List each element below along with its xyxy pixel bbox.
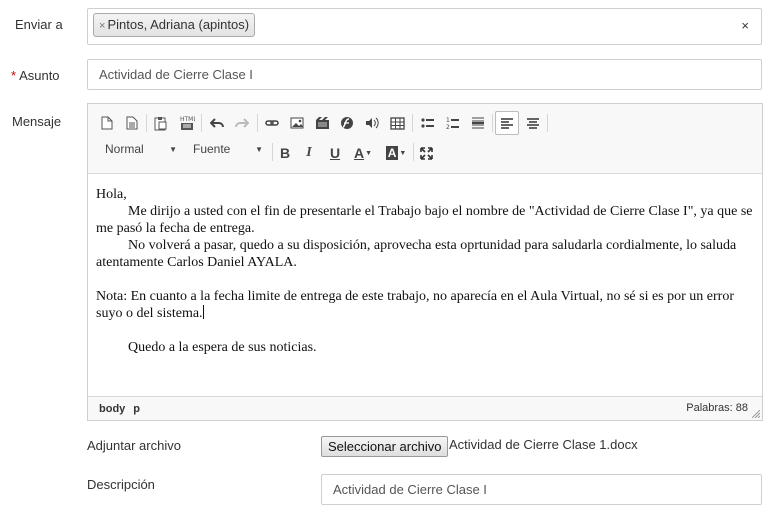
subject-label-text: Asunto <box>19 68 60 83</box>
maximize-icon[interactable] <box>416 143 436 163</box>
recipient-chip-label: Pintos, Adriana (apintos) <box>107 17 250 32</box>
format-combo[interactable]: Normal ▼ <box>105 142 177 162</box>
chevron-down-icon: ▼ <box>399 149 407 157</box>
note-text: Nota: En cuanto a la fecha limite de ent… <box>96 289 734 321</box>
body-paragraph-4: Quedo a la espera de sus noticias. <box>128 340 317 355</box>
paste-word-icon[interactable]: HTML <box>177 113 197 133</box>
chevron-down-icon: ▼ <box>365 149 373 157</box>
subject-input[interactable]: Actividad de Cierre Clase I <box>87 59 762 90</box>
path-item-body[interactable]: body <box>99 403 125 415</box>
align-left-icon[interactable] <box>495 111 519 135</box>
path-item-p[interactable]: p <box>133 403 140 415</box>
bulleted-list-icon[interactable] <box>418 113 438 133</box>
description-label: Descripción <box>87 477 155 492</box>
element-path: body p <box>99 403 148 415</box>
templates-icon[interactable] <box>122 113 142 133</box>
selected-file-name: Actividad de Cierre Clase 1.docx <box>449 437 638 452</box>
link-icon[interactable] <box>262 113 282 133</box>
paste-text-icon[interactable] <box>151 113 171 133</box>
undo-icon[interactable] <box>207 113 227 133</box>
word-count: Palabras: 88 <box>686 402 748 414</box>
recipient-chip[interactable]: × Pintos, Adriana (apintos) <box>93 13 256 37</box>
subject-label: * Asunto <box>11 68 60 83</box>
body-paragraph-2: No volverá a pasar, quedo a su disposici… <box>96 238 737 270</box>
font-combo-value: Fuente <box>193 142 231 156</box>
bg-color-button[interactable]: A ▼ <box>383 143 409 163</box>
resize-handle-icon[interactable] <box>752 410 760 418</box>
clear-recipients-icon[interactable]: × <box>741 18 749 33</box>
horizontal-rule-icon[interactable] <box>468 113 488 133</box>
table-icon[interactable] <box>387 113 407 133</box>
select-file-button[interactable]: Seleccionar archivo <box>321 436 449 457</box>
message-label: Mensaje <box>12 114 62 129</box>
bold-button[interactable]: B <box>275 143 295 163</box>
attach-label: Adjuntar archivo <box>87 438 181 453</box>
numbered-list-icon[interactable]: 12 <box>443 113 463 133</box>
text-color-icon: A <box>353 145 365 161</box>
greeting-paragraph: Hola, <box>96 187 127 202</box>
redo-icon[interactable] <box>232 113 252 133</box>
to-label: Enviar a <box>15 17 63 32</box>
svg-text:HTML: HTML <box>180 116 195 123</box>
remove-recipient-icon[interactable]: × <box>99 20 105 32</box>
flash-icon[interactable] <box>337 113 357 133</box>
editor-statusbar: body p Palabras: 88 <box>88 396 762 420</box>
italic-button[interactable]: I <box>299 143 319 163</box>
body-paragraph-3: Nota: En cuanto a la fecha limite de ent… <box>96 288 756 322</box>
bg-color-icon: A <box>385 146 399 160</box>
chevron-down-icon: ▼ <box>169 145 177 154</box>
description-input[interactable]: Actividad de Cierre Clase I <box>321 474 762 505</box>
text-caret <box>202 305 204 319</box>
svg-text:2: 2 <box>446 124 450 130</box>
format-combo-value: Normal <box>105 142 144 156</box>
video-icon[interactable] <box>312 113 332 133</box>
font-combo[interactable]: Fuente ▼ <box>193 142 263 162</box>
underline-button[interactable]: U <box>325 143 345 163</box>
editor-toolbar: HTML 12 <box>88 104 762 174</box>
rich-text-editor: HTML 12 <box>87 103 763 421</box>
new-page-icon[interactable] <box>97 113 117 133</box>
image-icon[interactable] <box>287 113 307 133</box>
text-color-button[interactable]: A ▼ <box>350 143 376 163</box>
audio-icon[interactable] <box>362 113 382 133</box>
chevron-down-icon: ▼ <box>255 145 263 154</box>
align-center-icon[interactable] <box>523 113 543 133</box>
editor-content[interactable]: Hola, Me dirijo a usted con el fin de pr… <box>96 186 756 356</box>
recipients-field[interactable]: × Pintos, Adriana (apintos) × <box>87 8 762 45</box>
svg-text:1: 1 <box>446 117 450 124</box>
body-paragraph-1: Me dirijo a usted con el fin de presenta… <box>96 204 753 236</box>
required-mark: * <box>11 68 17 83</box>
